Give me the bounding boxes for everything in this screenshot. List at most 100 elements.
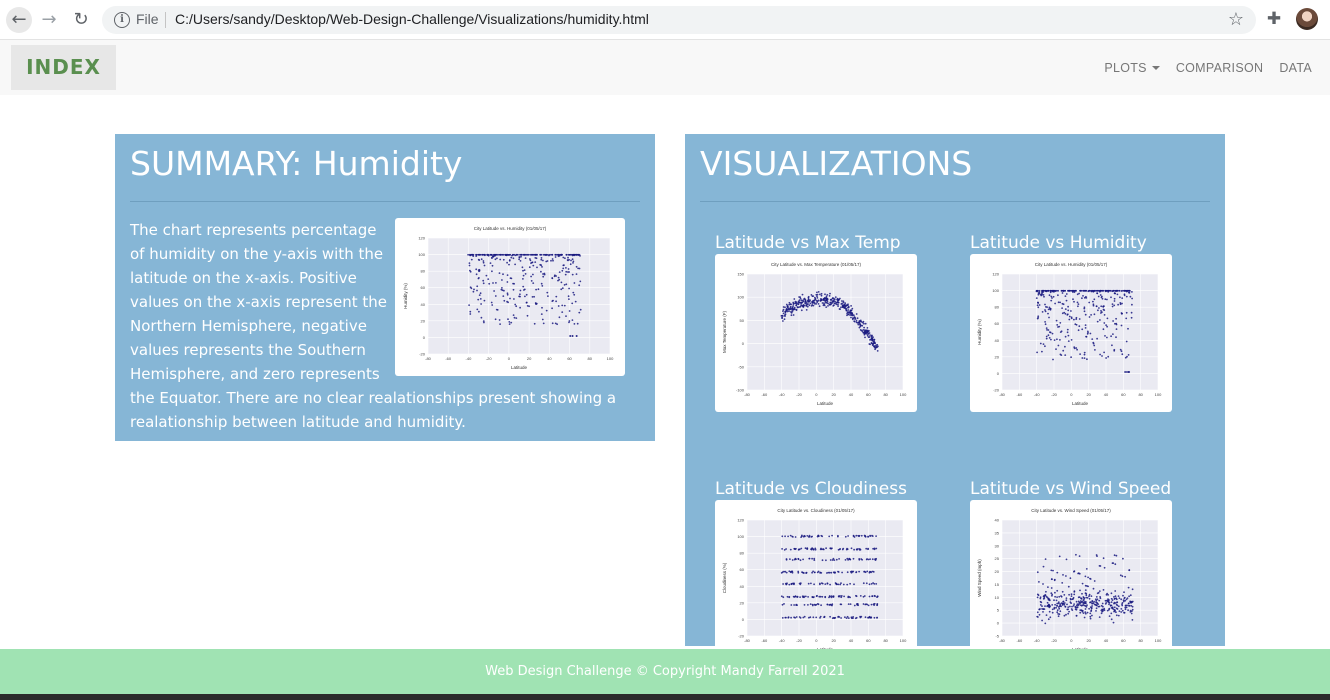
scatter-point xyxy=(1070,356,1072,359)
x-tick-label: 100 xyxy=(900,638,907,643)
scatter-point xyxy=(1096,337,1098,340)
scatter-point xyxy=(1091,602,1094,605)
scatter-point xyxy=(1042,598,1045,600)
scatter-point xyxy=(1073,603,1075,605)
scatter-point xyxy=(1102,305,1105,308)
scatter-point xyxy=(826,603,829,606)
scatter-point xyxy=(1115,607,1118,610)
scatter-point xyxy=(847,313,850,315)
viz-cloudiness-plot[interactable]: City Latitude vs. Cloudiness (01/05/17) -… xyxy=(715,500,917,658)
scatter-point xyxy=(482,253,485,256)
scatter-point xyxy=(1082,295,1084,297)
scatter-point xyxy=(542,275,545,278)
scatter-point xyxy=(1045,327,1048,329)
viz-humidity[interactable]: Latitude vs Humidity City Latitude vs. H… xyxy=(970,232,1175,412)
scatter-point xyxy=(1070,339,1073,341)
scatter-point xyxy=(1088,289,1091,292)
scatter-point xyxy=(1051,332,1054,335)
scatter-point xyxy=(1126,371,1129,373)
x-tick-label: 60 xyxy=(866,638,871,643)
scatter-point xyxy=(1036,351,1038,354)
scatter-point xyxy=(865,603,867,605)
scatter-point xyxy=(837,305,839,307)
scatter-point xyxy=(1045,614,1048,616)
scatter-point xyxy=(535,288,537,291)
scatter-point xyxy=(492,282,494,284)
reload-icon[interactable]: ↻ xyxy=(70,9,92,31)
nav-plots-dropdown[interactable]: PLOTS xyxy=(1096,61,1168,75)
nav-data-link[interactable]: DATA xyxy=(1271,61,1320,75)
scatter-point xyxy=(571,319,574,321)
scatter-point xyxy=(785,548,787,550)
x-tick-label: 100 xyxy=(900,392,907,397)
scatter-point xyxy=(573,293,576,296)
nav-comparison-link[interactable]: COMPARISON xyxy=(1168,61,1272,75)
scatter-point xyxy=(799,559,802,562)
viz-wind-speed-plot[interactable]: City Latitude vs. Wind Speed (01/05/17) -… xyxy=(970,500,1172,658)
scatter-point xyxy=(1095,305,1098,307)
bookmark-star-icon[interactable]: ☆ xyxy=(1228,9,1244,30)
scatter-point xyxy=(1065,597,1068,599)
scatter-point xyxy=(1078,325,1081,328)
x-tick-label: 60 xyxy=(866,392,871,397)
viz-wind-speed[interactable]: Latitude vs Wind Speed City Latitude vs.… xyxy=(970,478,1175,658)
x-tick-label: -60 xyxy=(761,638,768,643)
viz-humidity-plot[interactable]: City Latitude vs. Humidity (01/05/17) -80… xyxy=(970,254,1172,412)
forward-arrow-icon[interactable]: → xyxy=(38,9,60,31)
scatter-point xyxy=(523,269,526,271)
scatter-point xyxy=(842,547,845,550)
scatter-point xyxy=(801,305,804,308)
scatter-point xyxy=(1100,305,1103,308)
back-arrow-icon[interactable]: ← xyxy=(6,7,32,33)
scatter-point xyxy=(839,548,841,550)
brand-index-link[interactable]: INDEX xyxy=(11,45,116,90)
scatter-point xyxy=(568,320,571,322)
scatter-point xyxy=(1085,594,1088,597)
scatter-point xyxy=(798,548,801,551)
viz-cloudiness[interactable]: Latitude vs Cloudiness City Latitude vs.… xyxy=(715,478,920,658)
scatter-point xyxy=(1103,566,1106,569)
scatter-point xyxy=(1097,603,1100,605)
x-tick-label: 80 xyxy=(883,392,888,397)
y-tick-label: -20 xyxy=(738,634,745,639)
scatter-point xyxy=(1065,299,1068,302)
scatter-point xyxy=(537,288,540,291)
x-tick-label: 20 xyxy=(527,356,532,361)
scatter-point xyxy=(1131,600,1134,603)
scatter-point xyxy=(476,289,478,292)
scatter-point xyxy=(542,273,544,275)
address-bar[interactable]: i File C:/Users/sandy/Desktop/Web-Design… xyxy=(102,6,1256,34)
profile-avatar[interactable] xyxy=(1296,8,1318,30)
scatter-point xyxy=(1088,316,1091,318)
scatter-point xyxy=(1068,318,1071,321)
scatter-point xyxy=(552,259,554,262)
scatter-point xyxy=(1069,598,1072,601)
cloudiness-scatter-plot: City Latitude vs. Cloudiness (01/05/17) -… xyxy=(722,508,907,652)
scatter-point xyxy=(1042,565,1045,568)
summary-humidity-plot[interactable]: City Latitude vs. Humidity (01/05/17) -80… xyxy=(395,218,625,376)
scatter-point xyxy=(1037,301,1039,304)
scatter-point xyxy=(1106,336,1108,339)
info-icon[interactable]: i xyxy=(114,12,130,28)
viz-max-temp[interactable]: Latitude vs Max Temp City Latitude vs. M… xyxy=(715,232,920,412)
scatter-point xyxy=(524,257,527,259)
scatter-point xyxy=(852,535,855,537)
scatter-point xyxy=(514,263,516,266)
scatter-point xyxy=(840,617,842,619)
scatter-point xyxy=(567,268,570,270)
scatter-point xyxy=(525,301,528,304)
extensions-puzzle-icon[interactable]: ✚ xyxy=(1264,9,1284,29)
scatter-point xyxy=(1074,323,1077,326)
scatter-point xyxy=(1084,575,1087,578)
scatter-point xyxy=(524,295,526,298)
scatter-point xyxy=(819,300,822,302)
scatter-point xyxy=(1057,601,1060,603)
viz-max-temp-plot[interactable]: City Latitude vs. Max Temperature (01/05… xyxy=(715,254,917,412)
url-text[interactable]: C:/Users/sandy/Desktop/Web-Design-Challe… xyxy=(175,11,649,27)
scatter-point xyxy=(479,292,482,295)
scatter-point xyxy=(1091,614,1093,617)
scatter-point xyxy=(1043,295,1045,298)
scatter-point xyxy=(866,330,868,332)
scatter-point xyxy=(1051,297,1053,299)
scatter-point xyxy=(526,314,529,317)
